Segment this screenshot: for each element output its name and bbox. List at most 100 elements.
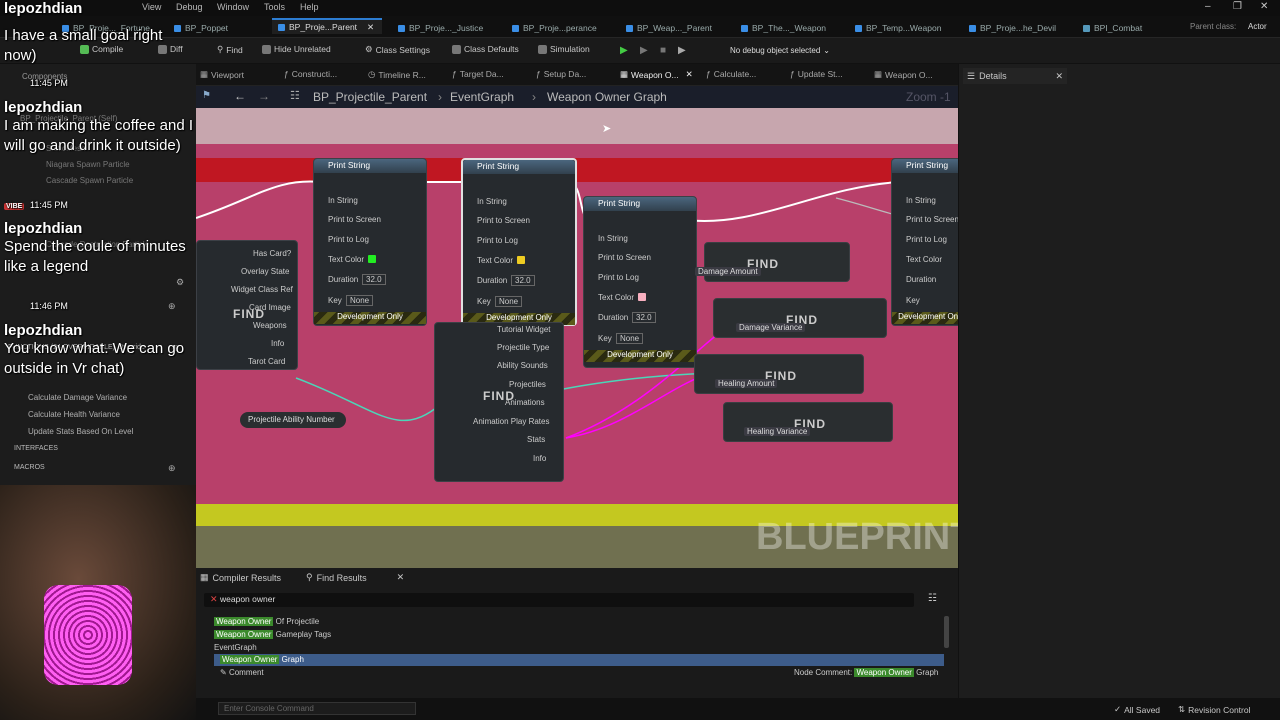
graph-canvas[interactable]: BLUEPRINT Has Card? Overlay State Widget… [196, 108, 958, 568]
tab-update-stats[interactable]: ƒ Update St... [790, 69, 843, 79]
doc-tab-temp-weapon[interactable]: BP_Temp...Weapon [849, 20, 947, 36]
breadcrumb-event-graph[interactable]: EventGraph [450, 90, 514, 104]
tab-viewport[interactable]: ▦ Viewport [200, 69, 244, 80]
menu-help[interactable]: Help [300, 2, 319, 12]
function-calc-damage[interactable]: Calculate Damage Variance [28, 393, 127, 402]
find-node-healing-amount[interactable]: FIND Healing Amount [694, 354, 864, 394]
tab-setup-data[interactable]: ƒ Setup Da... [536, 69, 586, 79]
tab-construction[interactable]: ƒ Constructi... [284, 69, 337, 79]
results-scrollbar[interactable] [944, 616, 949, 648]
find-node-damage-amount[interactable]: FIND Damage Amount [695, 242, 850, 282]
clear-search-icon[interactable]: ✕ [210, 594, 218, 605]
forward-arrow-icon[interactable]: → [258, 89, 270, 103]
function-update-stats[interactable]: Update Stats Based On Level [28, 427, 133, 436]
result-event-graph[interactable]: EventGraph [214, 643, 257, 652]
menu-debug[interactable]: Debug [176, 2, 203, 12]
duration-input[interactable]: 32.0 [511, 275, 535, 286]
tab-weapon-owner[interactable]: ▦ Weapon O... [874, 69, 933, 80]
tab-weapon-owner-active[interactable]: ▦ Weapon O... ✕ [620, 69, 693, 80]
function-calc-health[interactable]: Calculate Health Variance [28, 410, 120, 419]
key-input[interactable]: None [346, 295, 374, 306]
menu-tools[interactable]: Tools [264, 2, 285, 12]
chat-message-text: You know what. We can go outside in Vr c… [4, 340, 185, 377]
result-row[interactable]: Weapon Owner Gameplay Tags [214, 630, 331, 639]
print-string-node-1[interactable]: Print String In String Print to Screen P… [313, 158, 427, 326]
doc-tab-projectile-parent[interactable]: BP_Proje...Parent ✕ [272, 18, 382, 34]
break-struct-node-2[interactable]: Tutorial Widget Projectile Type Ability … [434, 322, 564, 482]
break-struct-node[interactable]: Has Card? Overlay State Widget Class Ref… [196, 240, 298, 370]
print-string-node-4[interactable]: Print String In String Print to Screen P… [891, 158, 958, 326]
print-string-node-3[interactable]: Print String In String Print to Screen P… [583, 196, 697, 368]
tab-close-icon[interactable]: ✕ [397, 572, 405, 583]
pin-duration: Duration [477, 276, 508, 285]
color-swatch-pink[interactable] [638, 293, 646, 301]
tab-close-icon[interactable]: ✕ [1055, 71, 1063, 82]
breadcrumb-root[interactable]: BP_Projectile_Parent [313, 90, 427, 104]
key-input[interactable]: None [616, 333, 644, 344]
tab-close-icon[interactable]: ✕ [367, 22, 374, 33]
tab-target-data[interactable]: ƒ Target Da... [452, 69, 504, 79]
close-icon[interactable]: ✕ [1260, 1, 1268, 12]
menu-view[interactable]: View [142, 2, 161, 12]
play-icon[interactable]: ▶ [620, 45, 628, 56]
home-icon[interactable]: ⚑ [202, 90, 211, 101]
class-defaults-button[interactable]: Class Defaults [452, 44, 519, 54]
doc-tab-weapon-parent[interactable]: BP_Weap..._Parent [620, 20, 718, 36]
eject-icon[interactable]: ▶ [678, 45, 686, 56]
color-swatch-yellow[interactable] [517, 256, 525, 264]
tab-close-icon[interactable]: ✕ [686, 69, 693, 80]
doc-tab-justice[interactable]: BP_Proje..._Justice [392, 20, 489, 36]
healing-amount-var[interactable]: Healing Amount [715, 379, 778, 388]
tab-compiler-results[interactable]: ▦ Compiler Results [200, 572, 281, 583]
gear-icon[interactable]: ⚙ [176, 277, 184, 288]
component-cascade-spawn[interactable]: Cascade Spawn Particle [46, 176, 133, 185]
healing-variance-var[interactable]: Healing Variance [744, 427, 811, 436]
stop-icon[interactable]: ■ [660, 45, 666, 56]
parent-class-value[interactable]: Actor [1248, 22, 1267, 31]
restore-icon[interactable]: ❐ [1233, 1, 1242, 12]
component-niagara[interactable]: Niagara Spawn Particle [46, 160, 130, 169]
find-search-input[interactable]: weapon owner [204, 593, 914, 607]
simulation-button[interactable]: Simulation [538, 44, 590, 54]
color-swatch-green[interactable] [368, 255, 376, 263]
doc-tab-the-weapon[interactable]: BP_The..._Weapon [735, 20, 832, 36]
print-string-node-2[interactable]: Print String In String Print to Screen P… [461, 158, 577, 326]
tab-timeline[interactable]: ◷ Timeline R... [368, 69, 426, 80]
console-placeholder: Enter Console Command [224, 704, 314, 713]
damage-variance-var[interactable]: Damage Variance [736, 323, 806, 332]
duration-input[interactable]: 32.0 [632, 312, 656, 323]
details-tab[interactable]: ☰ Details ✕ [963, 68, 1067, 84]
binoculars-icon[interactable]: ☷ [928, 593, 937, 604]
doc-tab-temperance[interactable]: BP_Proje...perance [506, 20, 603, 36]
tab-find-results[interactable]: ⚲ Find Results ✕ [306, 572, 404, 583]
result-row-selected[interactable]: Weapon Owner Graph [214, 654, 944, 666]
doc-tab-bpi-combat[interactable]: BPI_Combat [1077, 20, 1148, 36]
step-icon[interactable]: ▶ [640, 45, 648, 56]
key-input[interactable]: None [495, 296, 523, 307]
pin-key: Key [328, 296, 342, 305]
revision-control-button[interactable]: ⇅ Revision Control [1178, 704, 1251, 715]
find-node-healing-variance[interactable]: FIND Healing Variance [723, 402, 893, 442]
duration-input[interactable]: 32.0 [362, 274, 386, 285]
console-input[interactable]: Enter Console Command [218, 702, 416, 715]
result-comment[interactable]: ✎ Comment [220, 668, 264, 677]
save-status[interactable]: ✓ All Saved [1114, 704, 1160, 715]
damage-amount-var[interactable]: Damage Amount [695, 267, 761, 276]
class-settings-button[interactable]: ⚙ Class Settings [365, 44, 430, 55]
result-row[interactable]: Weapon Owner Of Projectile [214, 617, 319, 626]
projectile-ability-number-var[interactable]: Projectile Ability Number [240, 412, 346, 428]
add-graph-icon[interactable]: ⊕ [168, 301, 176, 312]
minimize-icon[interactable]: – [1205, 1, 1211, 12]
add-macro-icon[interactable]: ⊕ [168, 463, 176, 474]
hide-unrelated-button[interactable]: Hide Unrelated [262, 44, 331, 54]
debug-object-dropdown[interactable]: No debug object selected ⌄ [730, 43, 842, 57]
back-arrow-icon[interactable]: ← [234, 89, 246, 103]
doc-tab-the-devil[interactable]: BP_Proje...he_Devil [963, 20, 1062, 36]
pin-print-to-log: Print to Log [328, 235, 369, 244]
tab-label: Find Results [316, 572, 367, 583]
tab-label: Timeline R... [378, 69, 426, 80]
find-button[interactable]: ⚲ Find [217, 44, 243, 55]
tab-calculate[interactable]: ƒ Calculate... [706, 69, 756, 79]
find-node-damage-variance[interactable]: FIND Damage Variance [713, 298, 887, 338]
menu-window[interactable]: Window [217, 2, 249, 12]
